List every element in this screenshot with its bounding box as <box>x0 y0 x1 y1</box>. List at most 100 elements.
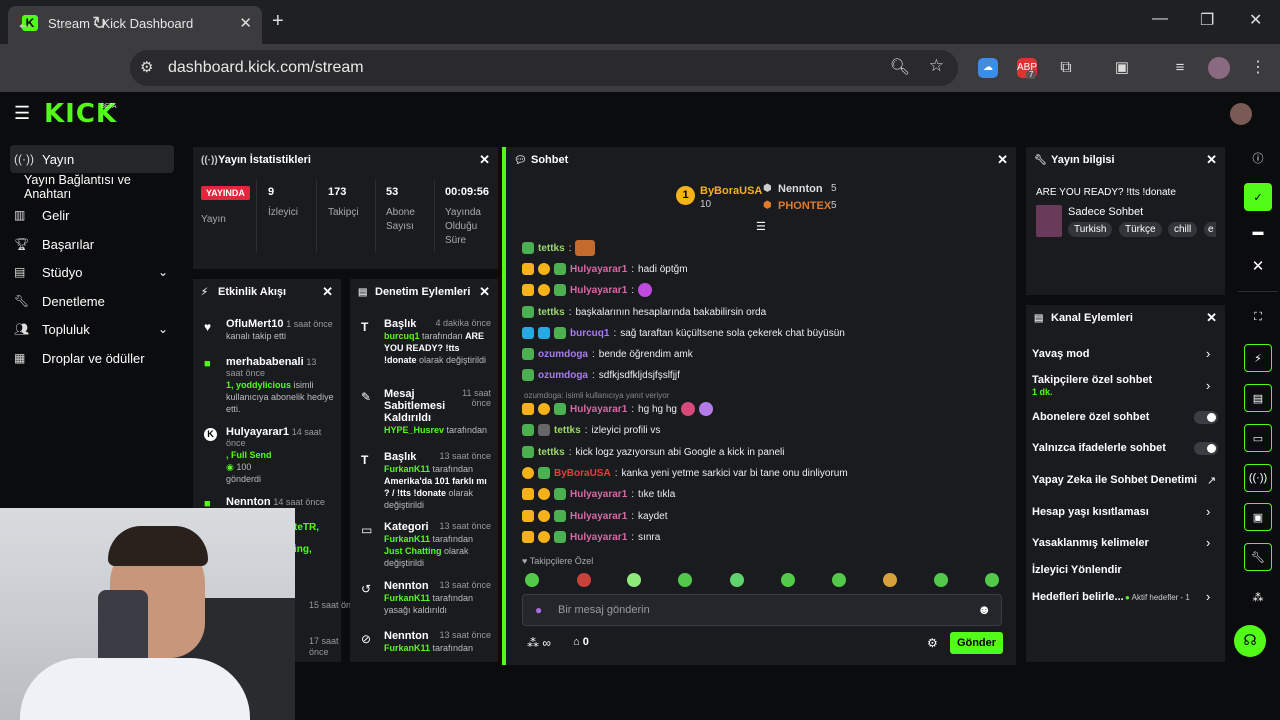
chat-username[interactable]: tettks <box>538 307 565 318</box>
activity-user[interactable]: merhababenali <box>226 356 304 368</box>
expand-leaderboard-icon[interactable]: ☰ <box>756 220 766 233</box>
site-info-icon[interactable]: ⚙ <box>140 58 153 76</box>
chat-username[interactable]: ozumdoga <box>538 349 588 360</box>
check-icon[interactable]: ✓ <box>1244 183 1272 211</box>
mod-user[interactable]: FurkanK11 <box>384 464 430 474</box>
mod-user[interactable]: FurkanK11 <box>384 593 430 603</box>
reload-icon[interactable]: ↻ <box>92 13 107 34</box>
focus-icon[interactable]: ⛶ <box>1244 303 1272 331</box>
minimize-icon[interactable]: — <box>1152 10 1168 28</box>
chat-message[interactable]: burcuq1: sağ taraftan küçültsene sola çek… <box>522 325 845 341</box>
media-control-icon[interactable]: ≡ <box>1170 58 1190 78</box>
close-icon[interactable]: ✕ <box>1206 152 1217 168</box>
account-age-action[interactable]: Hesap yaşı kısıtlaması <box>1032 506 1149 518</box>
chat-username[interactable]: tettks <box>538 243 565 254</box>
nav-item-stream-key[interactable]: Yayın Bağlantısı ve Anahtarı <box>10 173 174 201</box>
address-bar[interactable]: ⚙ dashboard.kick.com/stream 🔍︎ ☆ <box>130 50 958 86</box>
mod-user[interactable]: HYPE_Husrev <box>384 425 444 435</box>
slow-mode-action[interactable]: Yavaş mod <box>1032 348 1089 360</box>
emote-icon[interactable] <box>678 573 692 587</box>
nav-item-yayin[interactable]: ((·)) Yayın <box>10 145 174 173</box>
close-icon[interactable]: ✕ <box>479 152 490 168</box>
chat-username[interactable]: Hulyayarar1 <box>570 511 627 522</box>
mod-user[interactable]: burcuq1 <box>384 331 420 341</box>
store-button[interactable]: ⌂ 0 <box>573 636 589 648</box>
close-icon[interactable]: ✕ <box>997 152 1008 168</box>
chat-username[interactable]: tettks <box>538 447 565 458</box>
emote-icon[interactable] <box>985 573 999 587</box>
mod-user[interactable]: FurkanK11 <box>384 643 430 653</box>
chat-username[interactable]: Hulyayarar1 <box>570 489 627 500</box>
tab-search-icon[interactable]: ▣ <box>1112 58 1132 78</box>
extensions-puzzle-icon[interactable]: ⧉ <box>1056 58 1076 78</box>
chat-message[interactable]: Hulyayarar1: tıke tıkla <box>522 486 675 502</box>
chat-message[interactable]: Hulyayarar1: hadi öptğm <box>522 261 688 277</box>
followers-only-action[interactable]: Takipçilere özel sohbet <box>1032 374 1152 386</box>
category-name[interactable]: Sadece Sohbet <box>1068 206 1143 218</box>
send-button[interactable]: Gönder <box>950 632 1003 654</box>
profile-avatar[interactable] <box>1208 57 1230 79</box>
zoom-icon[interactable]: 🔍︎ <box>890 57 910 77</box>
close-tab-icon[interactable]: ✕ <box>239 14 252 32</box>
hamburger-menu-icon[interactable]: ☰ <box>14 103 30 124</box>
emoji-picker-icon[interactable]: ☻ <box>977 602 991 617</box>
chat-message[interactable]: ozumdoga: bende öğrendim amk <box>522 346 693 362</box>
document-icon[interactable]: ▤ <box>1244 384 1272 412</box>
actions-icon[interactable]: ▣ <box>1244 503 1272 531</box>
top-gifter-name[interactable]: Nennton <box>778 183 823 195</box>
emote-icon[interactable] <box>730 573 744 587</box>
chat-username[interactable]: ByBoraUSA <box>554 468 611 479</box>
user-avatar[interactable] <box>1230 103 1252 125</box>
top-gifter-name[interactable]: ByBoraUSA <box>700 185 762 197</box>
chat-input[interactable]: ● Bir mesaj gönderin ☻ <box>522 594 1002 626</box>
chat-message[interactable]: Hulyayarar1: kaydet <box>522 508 668 524</box>
chat-username[interactable]: ozumdoga <box>538 370 588 381</box>
activity-user[interactable]: Hulyayarar1 <box>226 426 289 438</box>
raid-action[interactable]: İzleyici Yönlendir <box>1032 564 1122 576</box>
emote-icon[interactable] <box>525 573 539 587</box>
nav-item-topluluk[interactable]: 👥︎ Topluluk ⌄ <box>10 315 174 343</box>
chat-message[interactable]: tettks: başkalarının hesaplarında bakabil… <box>522 304 766 320</box>
mod-user[interactable]: FurkanK11 <box>384 534 430 544</box>
chat-message[interactable]: ByBoraUSA: kanka yeni yetme sarkici var b… <box>522 465 848 481</box>
emote-icon[interactable] <box>577 573 591 587</box>
chat-username[interactable]: Hulyayarar1 <box>570 285 627 296</box>
emote-icon[interactable] <box>781 573 795 587</box>
emote-icon[interactable] <box>883 573 897 587</box>
chat-settings-icon[interactable]: ⚙ <box>927 636 938 650</box>
chat-bubble-icon[interactable]: ▭ <box>1244 424 1272 452</box>
nav-item-gelir[interactable]: ▥ Gelir <box>10 201 174 229</box>
chat-message[interactable]: Hulyayarar1: <box>522 282 653 298</box>
nav-item-studyo[interactable]: ▤ Stüdyo ⌄ <box>10 258 174 286</box>
activity-user[interactable]: OfluMert10 <box>226 318 283 330</box>
chat-username[interactable]: Hulyayarar1 <box>570 264 627 275</box>
close-icon[interactable]: ✕ <box>479 284 490 300</box>
more-widgets-icon[interactable]: ⁂ <box>1244 583 1272 611</box>
restore-icon[interactable]: ❐ <box>1200 10 1214 30</box>
layout-icon[interactable]: ▬ <box>1244 218 1272 246</box>
chat-username[interactable]: tettks <box>554 425 581 436</box>
stream-title[interactable]: ARE YOU READY? !tts !donate <box>1036 187 1176 198</box>
chat-username[interactable]: Hulyayarar1 <box>570 532 627 543</box>
ai-moderation-action[interactable]: Yapay Zeka ile Sohbet Denetimi <box>1032 474 1197 486</box>
support-headset-icon[interactable]: ☊ <box>1234 625 1266 657</box>
microphone-icon[interactable]: ● <box>535 603 542 617</box>
broadcast-icon[interactable]: ((·)) <box>1244 464 1272 492</box>
chat-message[interactable]: tettks: <box>522 240 596 256</box>
info-icon[interactable]: ⓘ <box>1244 144 1272 172</box>
nav-item-droplar[interactable]: ▦ Droplar ve ödüller <box>10 344 174 372</box>
activity-user[interactable]: Nennton <box>226 496 271 508</box>
nav-item-basarilar[interactable]: 🏆︎ Başarılar <box>10 230 174 258</box>
top-gifter-name[interactable]: PHONTEX <box>778 200 831 212</box>
forward-icon[interactable]: → <box>54 13 72 34</box>
chat-username[interactable]: burcuq1 <box>570 328 609 339</box>
channel-points[interactable]: ⁂ ∞ <box>527 636 551 650</box>
close-icon[interactable]: ✕ <box>1244 252 1272 280</box>
wrench-icon[interactable]: 🔧︎ <box>1244 543 1272 571</box>
close-icon[interactable]: ✕ <box>1206 310 1217 326</box>
emote-icon[interactable] <box>627 573 641 587</box>
browser-menu-icon[interactable]: ⋮ <box>1248 58 1268 78</box>
close-icon[interactable]: ✕ <box>322 284 333 300</box>
cloud-extension-icon[interactable]: ☁ <box>978 58 998 78</box>
chat-message[interactable]: ozumdoga: sdfkjsdfkljdsjfşslfjjf <box>522 367 680 383</box>
